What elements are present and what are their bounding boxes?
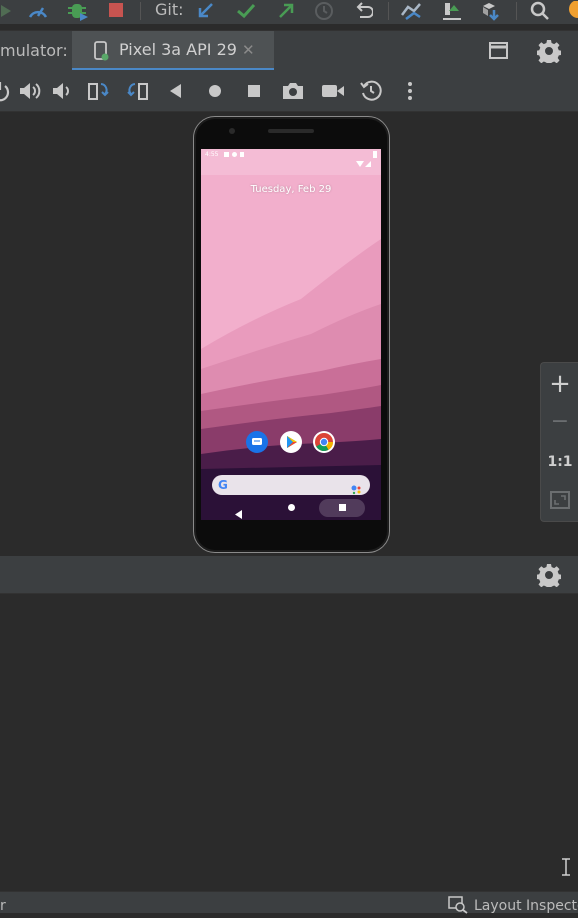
tab-pixel-3a[interactable]: Pixel 3a API 29 ✕ (72, 31, 274, 71)
device-manager-icon[interactable] (440, 0, 464, 22)
play-icon[interactable] (0, 0, 18, 22)
panel-settings-gear-icon[interactable] (536, 563, 562, 591)
rotate-right-icon[interactable] (126, 79, 150, 103)
avatar-icon[interactable] (564, 0, 578, 22)
git-push-icon[interactable] (274, 0, 298, 22)
stop-icon[interactable] (104, 0, 128, 22)
main-toolbar: Git: (0, 0, 578, 24)
zoom-to-fit-button[interactable] (541, 481, 578, 519)
home-icon[interactable] (203, 79, 227, 103)
volume-down-icon[interactable] (50, 79, 74, 103)
lower-panel-content (0, 594, 578, 891)
lockscreen-date[interactable]: Tuesday, Feb 29 (201, 184, 381, 196)
zoom-out-button[interactable]: − (541, 403, 578, 441)
actual-size-button[interactable]: 1:1 (541, 443, 578, 481)
rollback-icon[interactable] (351, 0, 375, 22)
battery-icon (373, 151, 377, 158)
layout-inspector-tab[interactable]: Layout Inspector (474, 898, 578, 914)
google-search-bar[interactable]: G (212, 475, 370, 495)
profiler-icon[interactable] (26, 0, 50, 22)
device-tab-label: Pixel 3a API 29 (119, 40, 237, 59)
google-logo-icon: G (218, 478, 228, 492)
earpiece (268, 129, 314, 133)
layout-inspector-icon[interactable] (448, 896, 468, 918)
android-status-bar: 4:55 (204, 151, 378, 167)
overview-icon[interactable] (242, 79, 266, 103)
fit-screen-icon (550, 491, 570, 509)
notification-icon (240, 152, 244, 157)
power-icon[interactable] (0, 79, 12, 103)
tool-window-header: mulator: Pixel 3a API 29 ✕ (0, 30, 578, 71)
back-icon[interactable] (164, 79, 188, 103)
messages-app-icon[interactable] (246, 431, 268, 453)
device-tab-icon (93, 40, 111, 66)
debug-attach-icon[interactable] (66, 0, 90, 22)
maximize-icon[interactable] (488, 40, 510, 66)
rotate-left-icon[interactable] (86, 79, 110, 103)
android-nav-bar (201, 497, 381, 520)
wallpaper (201, 149, 381, 520)
zoom-in-button[interactable]: + (541, 365, 578, 403)
status-time: 4:55 (205, 151, 219, 158)
git-commit-icon[interactable] (234, 0, 258, 22)
settings-gear-icon[interactable] (536, 39, 562, 67)
history-icon[interactable] (312, 0, 336, 22)
status-bar: r Layout Inspector (0, 891, 578, 914)
lower-panel-header (0, 556, 578, 594)
back-nav-icon[interactable] (235, 504, 243, 520)
status-left-text: r (0, 898, 6, 914)
snapshot-icon[interactable] (359, 79, 383, 103)
close-tab-icon[interactable]: ✕ (242, 41, 255, 59)
zoom-controls: + − 1:1 (540, 362, 578, 522)
device-screen[interactable]: 4:55 Tuesday, Feb 29 G (201, 149, 381, 520)
notification-icon (224, 152, 229, 157)
screen-record-icon[interactable] (320, 79, 344, 103)
more-options-icon[interactable] (398, 79, 422, 103)
signal-icon (365, 152, 371, 171)
text-cursor-icon (561, 858, 571, 880)
git-label: Git: (155, 0, 184, 19)
notification-icon (232, 152, 237, 157)
wifi-icon (356, 152, 364, 171)
tool-window-title: mulator: (0, 41, 68, 60)
recents-nav-icon[interactable] (339, 504, 346, 511)
coverage-icon[interactable] (400, 0, 424, 22)
sdk-manager-icon[interactable] (478, 0, 502, 22)
emulator-toolbar (0, 70, 578, 112)
git-update-icon[interactable] (194, 0, 218, 22)
home-nav-icon[interactable] (288, 504, 295, 511)
play-store-app-icon[interactable] (280, 431, 302, 453)
chrome-app-icon[interactable] (313, 431, 335, 453)
screenshot-icon[interactable] (281, 79, 305, 103)
front-camera (229, 128, 235, 134)
search-icon[interactable] (528, 0, 552, 22)
volume-up-icon[interactable] (18, 79, 42, 103)
